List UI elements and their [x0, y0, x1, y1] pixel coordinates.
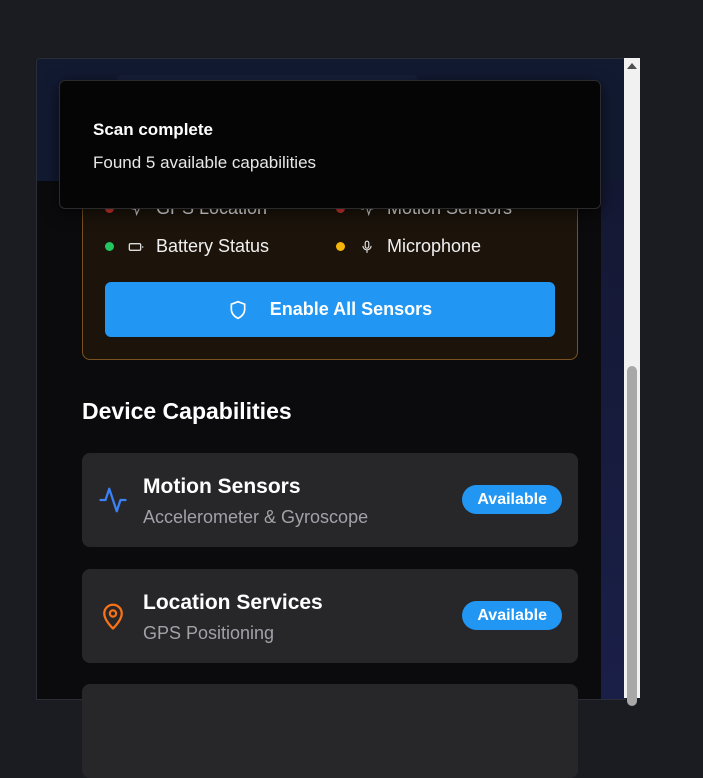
card-title: Motion Sensors	[143, 475, 301, 498]
toast-description: Found 5 available capabilities	[93, 153, 317, 172]
capability-card-motion[interactable]: Motion Sensors Accelerometer & Gyroscope…	[82, 453, 578, 547]
scroll-up-arrow-icon[interactable]	[624, 58, 640, 74]
shield-icon	[228, 300, 248, 320]
status-badge: Available	[462, 601, 562, 630]
permission-item-battery: Battery Status	[105, 236, 269, 257]
capability-card-location[interactable]: Location Services GPS Positioning Availa…	[82, 569, 578, 663]
card-subtitle: Accelerometer & Gyroscope	[143, 507, 369, 527]
toast-notification[interactable]: Scan complete Found 5 available capabili…	[59, 80, 601, 209]
permission-item-microphone: Microphone	[336, 236, 481, 257]
capability-card-next[interactable]	[82, 684, 578, 778]
permission-label: Microphone	[387, 236, 482, 256]
scrollbar-thumb[interactable]	[627, 366, 637, 706]
battery-icon	[128, 239, 144, 255]
enable-all-sensors-button[interactable]: Enable All Sensors	[105, 282, 555, 337]
enable-all-sensors-label: Enable All Sensors	[269, 299, 433, 319]
scrollbar[interactable]	[624, 58, 640, 706]
permission-label: Battery Status	[156, 236, 270, 256]
toast-title: Scan complete	[93, 120, 213, 139]
status-dot	[336, 242, 345, 251]
microphone-icon	[359, 239, 375, 255]
section-title: Device Capabilities	[82, 398, 292, 424]
card-subtitle: GPS Positioning	[143, 623, 275, 643]
map-pin-icon	[98, 601, 128, 631]
side-gradient	[601, 181, 625, 699]
status-badge: Available	[462, 485, 562, 514]
activity-icon	[98, 485, 128, 515]
card-title: Location Services	[143, 591, 323, 614]
status-dot	[105, 242, 114, 251]
